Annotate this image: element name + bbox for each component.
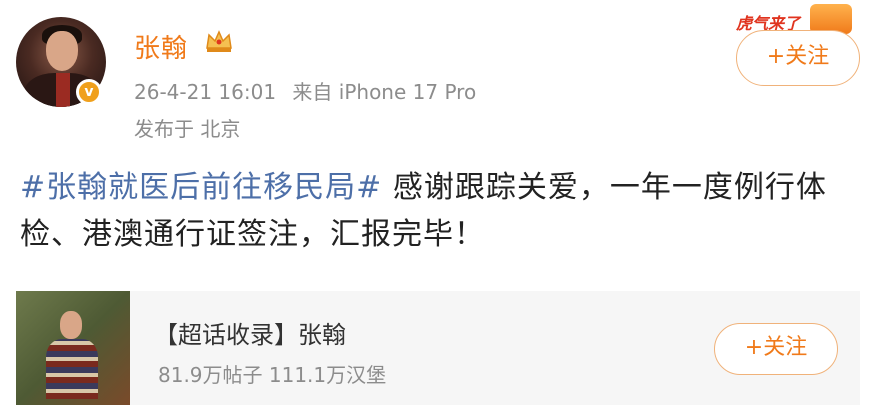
avatar-scarf xyxy=(56,73,70,107)
post-body: #张翰就医后前往移民局# 感谢跟踪关爱，一年一度例行体检、港澳通行证签注，汇报完… xyxy=(20,164,850,258)
post-time: 26-4-21 16:01 xyxy=(134,80,277,104)
follow-button[interactable]: +关注 xyxy=(736,30,860,86)
author-name[interactable]: 张翰 xyxy=(134,28,188,65)
post-meta: 26-4-21 16:01 来自 iPhone 17 Pro xyxy=(134,76,486,105)
post-source: 来自 iPhone 17 Pro xyxy=(292,80,477,104)
topic-thumbnail[interactable] xyxy=(16,291,130,405)
topic-follow-button[interactable]: +关注 xyxy=(714,323,838,375)
thumb-face xyxy=(60,311,82,339)
topic-stats: 81.9万帖子 111.1万汉堡 xyxy=(158,363,387,387)
hashtag-link[interactable]: #张翰就医后前往移民局# xyxy=(20,170,382,205)
avatar-face xyxy=(46,31,78,71)
crown-icon xyxy=(206,30,232,52)
thumb-sweater xyxy=(46,339,98,399)
topic-title[interactable]: 【超话收录】张翰 xyxy=(154,315,346,350)
verified-badge-icon: v xyxy=(76,79,102,105)
super-topic-card[interactable]: 【超话收录】张翰 81.9万帖子 111.1万汉堡 +关注 xyxy=(16,291,860,405)
post-location: 发布于 北京 xyxy=(134,117,241,141)
